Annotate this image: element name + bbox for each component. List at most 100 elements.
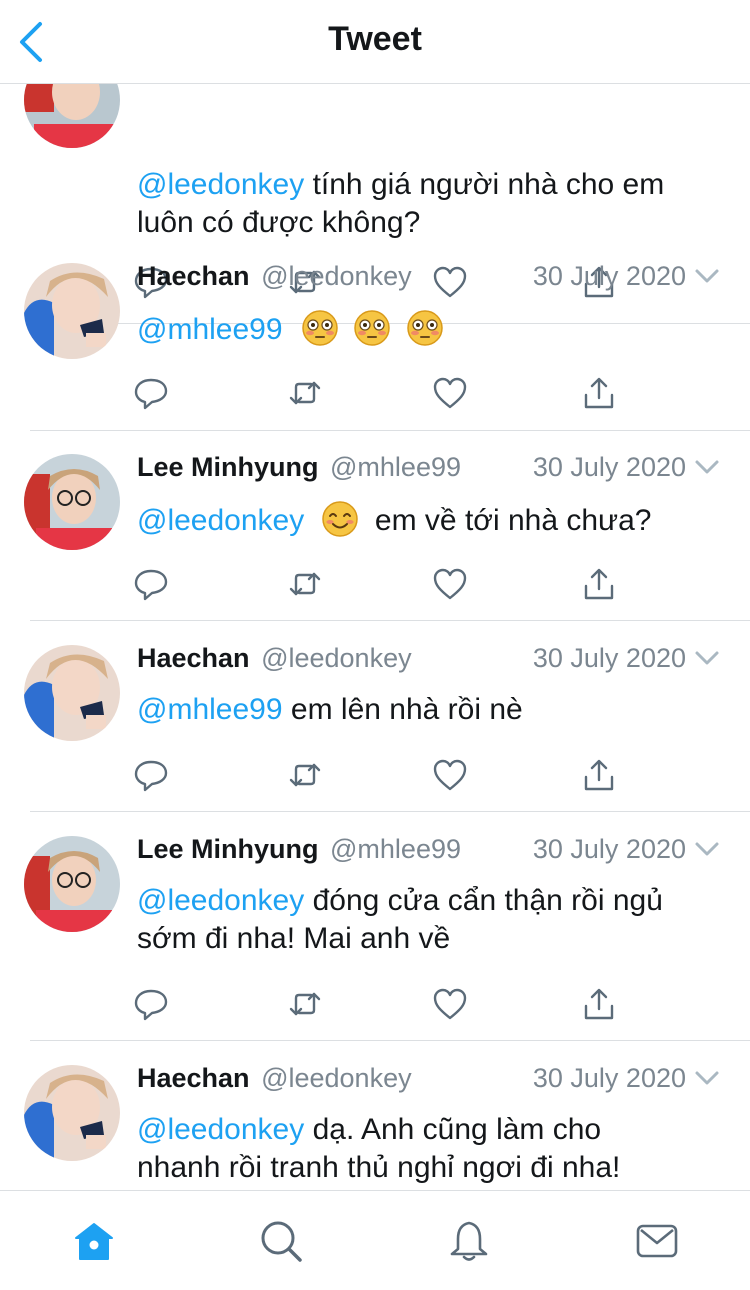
share-icon [584, 759, 614, 791]
tweet-actions [0, 566, 750, 606]
tweet-text: @leedonkey dạ. Anh cũng làm cho nhanh rồ… [137, 1113, 621, 1184]
tweet-actions [0, 986, 750, 1026]
tweet-date: 30 July 2020 [532, 1063, 686, 1093]
tab-notifications[interactable] [447, 1219, 491, 1263]
reply-icon [134, 378, 168, 410]
tweet-item[interactable]: Haechan @leedonkey 30 July 2020 @leedonk… [0, 1041, 750, 1190]
tweet-date: 30 July 2020 [532, 834, 686, 864]
user-handle[interactable]: @leedonkey [261, 643, 412, 673]
tweet-actions [0, 375, 750, 415]
flushed-face-icon [354, 310, 390, 346]
tweet-date: 30 July 2020 [532, 643, 686, 673]
share-button[interactable] [581, 986, 617, 1022]
heart-icon [433, 759, 467, 791]
tweet-text: @leedonkey đóng cửa cẩn thận rồi ngủ sớm… [137, 884, 663, 955]
reply-button[interactable] [133, 757, 169, 793]
avatar[interactable] [24, 1065, 120, 1161]
like-button[interactable] [432, 566, 468, 602]
tweet-item[interactable]: Haechan @leedonkey 30 July 2020 @mhlee99 [0, 239, 750, 431]
avatar[interactable] [24, 836, 120, 932]
share-button[interactable] [581, 375, 617, 411]
chevron-down-icon[interactable] [694, 1067, 720, 1089]
reply-icon [134, 569, 168, 601]
heart-icon [433, 377, 467, 409]
tweet-header: Haechan @leedonkey 30 July 2020 [137, 261, 720, 295]
retweet-icon [289, 992, 321, 1016]
retweet-icon [289, 572, 321, 596]
mention-link[interactable]: @mhlee99 [137, 693, 283, 726]
reply-icon [134, 989, 168, 1021]
mention-link[interactable]: @mhlee99 [137, 313, 283, 346]
mention-link[interactable]: @leedonkey [137, 504, 304, 537]
notifications-icon [450, 1221, 488, 1261]
avatar[interactable] [24, 263, 120, 359]
tweet-text: @leedonkey em về tới nhà chưa? [137, 500, 710, 540]
tweet-date: 30 July 2020 [532, 261, 686, 291]
retweet-icon [289, 763, 321, 787]
tweet-item[interactable]: Lee Minhyung @mhlee99 30 July 2020 @leed… [0, 430, 750, 621]
retweet-button[interactable] [287, 757, 323, 793]
display-name[interactable]: Haechan [137, 261, 250, 291]
user-handle[interactable]: @mhlee99 [330, 834, 461, 864]
user-handle[interactable]: @leedonkey [261, 1063, 412, 1093]
tweet-header: Lee Minhyung @mhlee99 30 July 2020 [137, 452, 720, 486]
display-name[interactable]: Lee Minhyung [137, 834, 319, 864]
flushed-face-icon [302, 310, 338, 346]
tweet-item[interactable]: @leedonkey tính giá người nhà cho em luô… [0, 84, 750, 324]
retweet-button[interactable] [287, 986, 323, 1022]
tweet-header: Haechan @leedonkey 30 July 2020 [137, 643, 720, 677]
avatar[interactable] [24, 454, 120, 550]
flushed-face-icon [406, 310, 443, 346]
tweet-header: Lee Minhyung @mhlee99 30 July 2020 [137, 834, 720, 868]
tab-search[interactable] [259, 1219, 303, 1263]
avatar[interactable] [24, 645, 120, 741]
user-handle[interactable]: @mhlee99 [330, 452, 461, 482]
retweet-button[interactable] [287, 566, 323, 602]
display-name[interactable]: Lee Minhyung [137, 452, 319, 482]
search-icon [261, 1221, 302, 1262]
retweet-icon [289, 381, 321, 405]
tweet-text: @mhlee99 em lên nhà rồi nè [137, 693, 523, 726]
tab-home[interactable] [72, 1219, 116, 1263]
share-icon [584, 377, 614, 409]
share-icon [584, 568, 614, 600]
tweet-header: Haechan @leedonkey 30 July 2020 [137, 1063, 720, 1097]
user-handle[interactable]: @leedonkey [261, 261, 412, 291]
heart-icon [433, 988, 467, 1020]
tweet-date: 30 July 2020 [532, 452, 686, 482]
reply-button[interactable] [133, 986, 169, 1022]
conversation-thread[interactable]: @leedonkey tính giá người nhà cho em luô… [0, 84, 750, 1190]
top-navigation-bar: Tweet [0, 0, 750, 84]
mention-link[interactable]: @leedonkey [137, 884, 304, 917]
tweet-actions [0, 757, 750, 797]
like-button[interactable] [432, 986, 468, 1022]
chevron-down-icon[interactable] [694, 838, 720, 860]
display-name[interactable]: Haechan [137, 1063, 250, 1093]
tweet-item[interactable]: Haechan @leedonkey 30 July 2020 @mhlee99… [0, 621, 750, 812]
home-icon [75, 1223, 113, 1260]
share-icon [584, 988, 614, 1020]
chevron-down-icon[interactable] [694, 647, 720, 669]
like-button[interactable] [432, 375, 468, 411]
tweet-item[interactable]: Lee Minhyung @mhlee99 30 July 2020 @leed… [0, 812, 750, 1041]
share-button[interactable] [581, 757, 617, 793]
chevron-down-icon[interactable] [694, 456, 720, 478]
mention-link[interactable]: @leedonkey [137, 168, 304, 201]
page-title: Tweet [328, 20, 422, 58]
smiling-face-icon [321, 501, 358, 537]
tweet-text: @mhlee99 [137, 309, 710, 349]
heart-icon [433, 568, 467, 600]
tab-messages[interactable] [635, 1219, 679, 1263]
chevron-down-icon[interactable] [694, 265, 720, 287]
like-button[interactable] [432, 757, 468, 793]
messages-icon [636, 1224, 678, 1258]
share-button[interactable] [581, 566, 617, 602]
mention-link[interactable]: @leedonkey [137, 1113, 304, 1146]
avatar[interactable] [24, 84, 120, 148]
retweet-button[interactable] [287, 375, 323, 411]
reply-button[interactable] [133, 375, 169, 411]
reply-button[interactable] [133, 566, 169, 602]
display-name[interactable]: Haechan [137, 643, 250, 673]
tweet-text: @leedonkey tính giá người nhà cho em luô… [137, 168, 665, 239]
bottom-tab-bar [0, 1190, 750, 1290]
